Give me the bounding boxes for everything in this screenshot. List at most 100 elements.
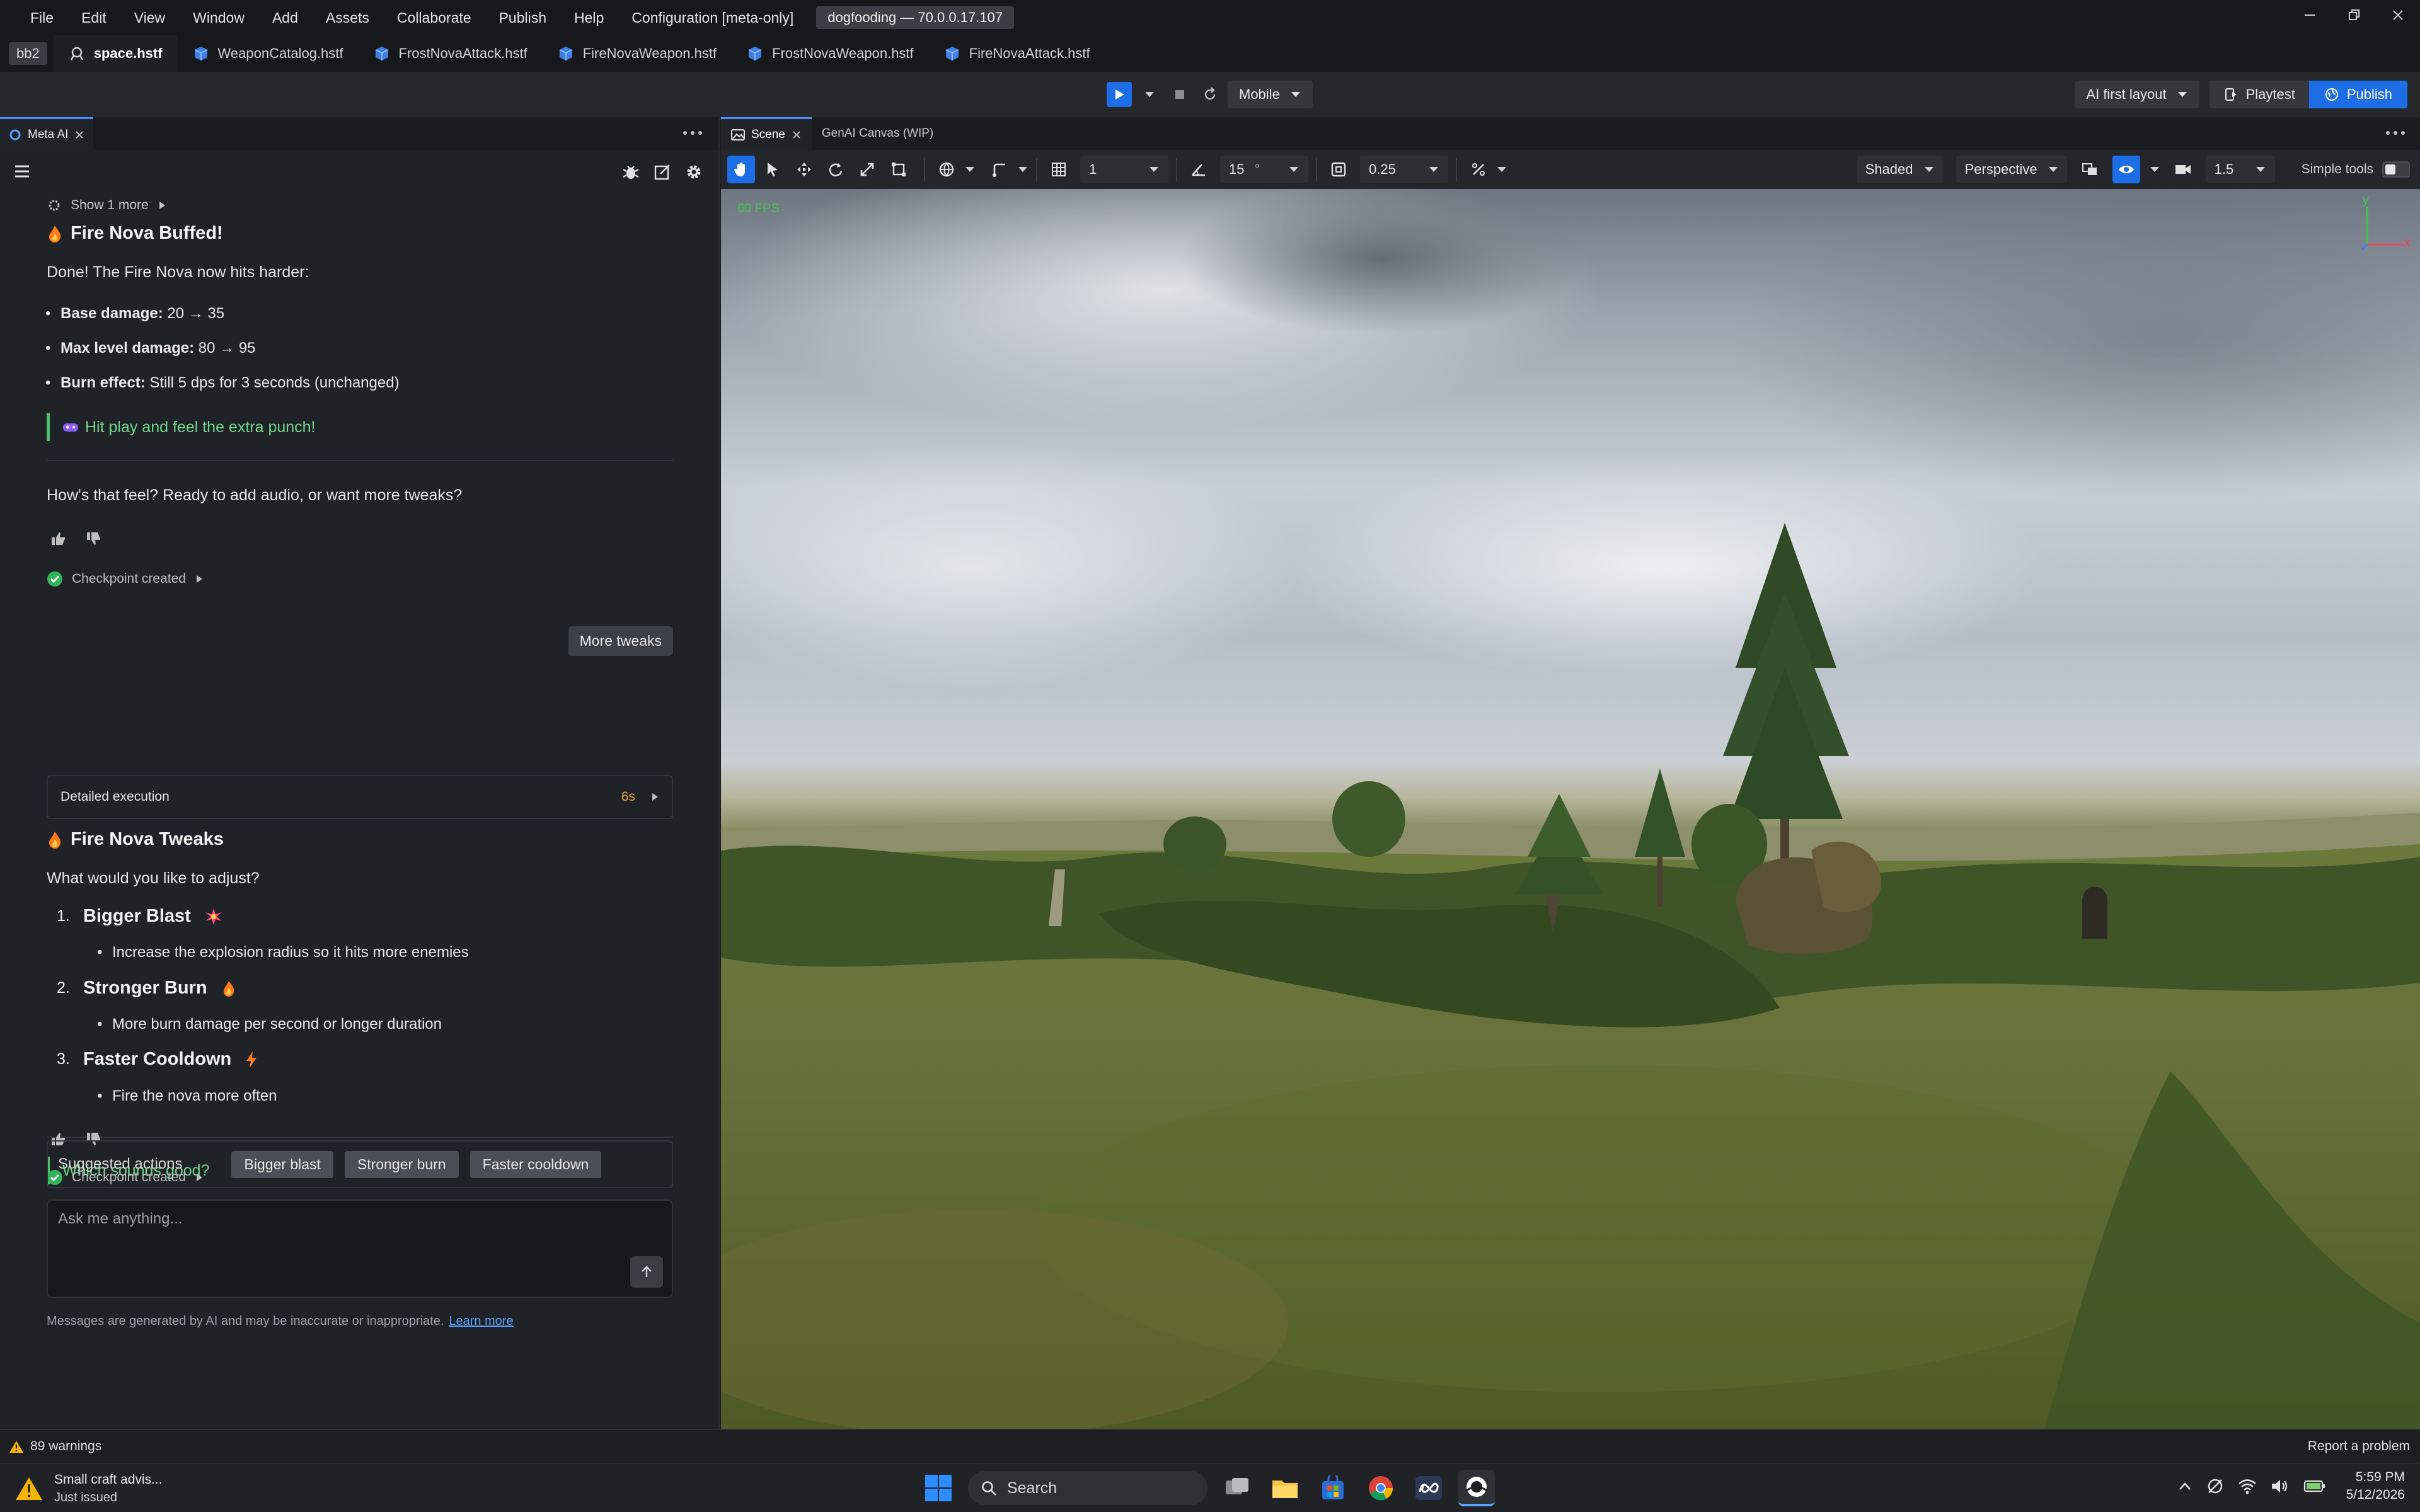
stop-button[interactable] — [1167, 82, 1192, 107]
suggestion-faster-cooldown[interactable]: Faster cooldown — [470, 1150, 602, 1178]
tab-meta-ai[interactable]: Meta AI — [0, 117, 94, 150]
percent-snap-button[interactable] — [1465, 156, 1492, 183]
no-location-icon[interactable] — [2206, 1477, 2224, 1495]
tab-frost-nova-weapon[interactable]: FrostNovaWeapon.hstf — [732, 35, 929, 72]
menu-help[interactable]: Help — [560, 0, 618, 35]
play-options-button[interactable] — [1137, 82, 1162, 107]
menu-window[interactable]: Window — [179, 0, 258, 35]
menu-add[interactable]: Add — [258, 0, 312, 35]
hamburger-button[interactable] — [14, 164, 30, 179]
suggestion-bigger-blast[interactable]: Bigger blast — [231, 1150, 333, 1178]
thumbs-down-icon[interactable] — [86, 531, 102, 546]
shading-value: Shaded — [1865, 161, 1913, 177]
panel-more-button[interactable] — [682, 126, 703, 140]
learn-more-link[interactable]: Learn more — [449, 1314, 513, 1328]
taskbar-app-chrome[interactable] — [1363, 1470, 1399, 1506]
angle-snap-button[interactable] — [1185, 156, 1213, 183]
taskbar-app-meta[interactable] — [1410, 1470, 1447, 1506]
chevron-down-icon[interactable] — [1017, 164, 1028, 175]
chat-input[interactable] — [57, 1210, 624, 1228]
tab-fire-nova-attack[interactable]: FireNovaAttack.hstf — [929, 35, 1105, 72]
scale-snap-button[interactable] — [1325, 156, 1352, 183]
menu-file[interactable]: File — [0, 0, 67, 35]
bug-icon[interactable] — [621, 163, 640, 181]
new-chat-icon[interactable] — [653, 163, 672, 181]
chevron-down-icon[interactable] — [2149, 164, 2160, 175]
suggestion-stronger-burn[interactable]: Stronger burn — [344, 1150, 459, 1178]
close-icon[interactable] — [792, 130, 802, 140]
hand-tool-button[interactable] — [727, 156, 755, 183]
close-window-button[interactable] — [2376, 0, 2420, 30]
show-more-button[interactable]: Show 1 more — [47, 198, 166, 213]
clock[interactable]: 5:59 PM 5/12/2026 — [2346, 1469, 2405, 1504]
scale-tool-button[interactable] — [853, 156, 881, 183]
select-tool-button[interactable] — [759, 156, 786, 183]
move-tool-button[interactable] — [790, 156, 818, 183]
pivot-button[interactable] — [986, 156, 1013, 183]
gear-icon[interactable] — [684, 163, 703, 181]
close-icon[interactable] — [74, 130, 84, 140]
gizmo-toggle-button[interactable] — [2076, 156, 2104, 183]
checkpoint-row[interactable]: Checkpoint created — [47, 571, 204, 587]
tab-scene[interactable]: Scene — [721, 117, 812, 150]
camera-speed-dropdown[interactable]: 1.5 — [2205, 156, 2275, 183]
minimize-button[interactable] — [2288, 0, 2332, 30]
notification-widget[interactable]: Small craft advis... Just issued — [15, 1471, 163, 1506]
platform-dropdown[interactable]: Mobile — [1228, 81, 1313, 108]
move-icon — [797, 163, 811, 176]
report-problem-link[interactable]: Report a problem — [2308, 1439, 2410, 1454]
chevron-down-icon[interactable] — [1496, 164, 1507, 175]
layout-dropdown[interactable]: AI first layout — [2075, 81, 2199, 108]
playtest-button[interactable]: Playtest — [2209, 81, 2309, 108]
taskbar-app-store[interactable] — [1315, 1470, 1351, 1506]
grid-snap-button[interactable] — [1045, 156, 1073, 183]
tab-fire-nova-weapon[interactable]: FireNovaWeapon.hstf — [543, 35, 732, 72]
scale-snap-dropdown[interactable]: 0.25 — [1360, 156, 1448, 183]
space-toggle-button[interactable] — [933, 156, 960, 183]
tab-frost-nova-attack[interactable]: FrostNovaAttack.hstf — [359, 35, 543, 72]
menu-view[interactable]: View — [120, 0, 179, 35]
tab-genai-canvas[interactable]: GenAI Canvas (WIP) — [812, 117, 943, 150]
publish-button[interactable]: Publish — [2308, 81, 2407, 108]
start-button[interactable] — [920, 1470, 957, 1506]
restore-button[interactable] — [2332, 0, 2376, 30]
axis-gizmo[interactable]: y x — [2348, 192, 2411, 257]
send-button[interactable] — [630, 1256, 663, 1288]
grid-size-dropdown[interactable]: 1 — [1080, 156, 1168, 183]
option-detail: Increase the explosion radius so it hits… — [97, 944, 469, 961]
chevron-up-icon[interactable] — [2177, 1480, 2192, 1492]
visibility-button[interactable] — [2112, 156, 2140, 183]
projection-dropdown[interactable]: Perspective — [1956, 156, 2067, 183]
scene-more-button[interactable] — [2385, 126, 2406, 140]
simple-tools-toggle[interactable]: Simple tools — [2302, 161, 2410, 178]
scene-viewport[interactable]: 60 FPS y x — [721, 189, 2420, 1429]
taskbar-search[interactable]: Search — [968, 1471, 1207, 1505]
detailed-execution-row[interactable]: Detailed execution 6s — [47, 775, 673, 819]
reset-button[interactable] — [1197, 82, 1223, 107]
rotate-tool-button[interactable] — [822, 156, 850, 183]
tab-weapon-catalog[interactable]: WeaponCatalog.hstf — [178, 35, 359, 72]
chevron-down-icon[interactable] — [964, 164, 976, 175]
menu-publish[interactable]: Publish — [485, 0, 560, 35]
taskbar-app-file-explorer[interactable] — [1267, 1470, 1303, 1506]
taskbar-app-task-view[interactable] — [1219, 1470, 1255, 1506]
tab-space[interactable]: space.hstf — [53, 35, 178, 72]
menu-assets[interactable]: Assets — [312, 0, 383, 35]
battery-icon[interactable] — [2303, 1479, 2326, 1494]
chevron-right-icon — [652, 793, 658, 801]
menu-edit[interactable]: Edit — [67, 0, 120, 35]
workspace-badge[interactable]: bb2 — [9, 42, 47, 65]
taskbar-app-horizon[interactable] — [1458, 1470, 1495, 1506]
angle-snap-dropdown[interactable]: 15 ° — [1220, 156, 1308, 183]
volume-icon[interactable] — [2271, 1478, 2290, 1494]
grid-icon — [1052, 163, 1066, 176]
warnings-indicator[interactable]: 89 warnings — [9, 1439, 101, 1454]
menu-collaborate[interactable]: Collaborate — [383, 0, 485, 35]
shading-dropdown[interactable]: Shaded — [1856, 156, 1944, 183]
play-button[interactable] — [1107, 82, 1132, 107]
wifi-icon[interactable] — [2238, 1478, 2257, 1494]
camera-button[interactable] — [2169, 156, 2197, 183]
thumbs-up-icon[interactable] — [50, 531, 67, 546]
menu-configuration[interactable]: Configuration [meta-only] — [618, 0, 807, 35]
rect-tool-button[interactable] — [885, 156, 913, 183]
